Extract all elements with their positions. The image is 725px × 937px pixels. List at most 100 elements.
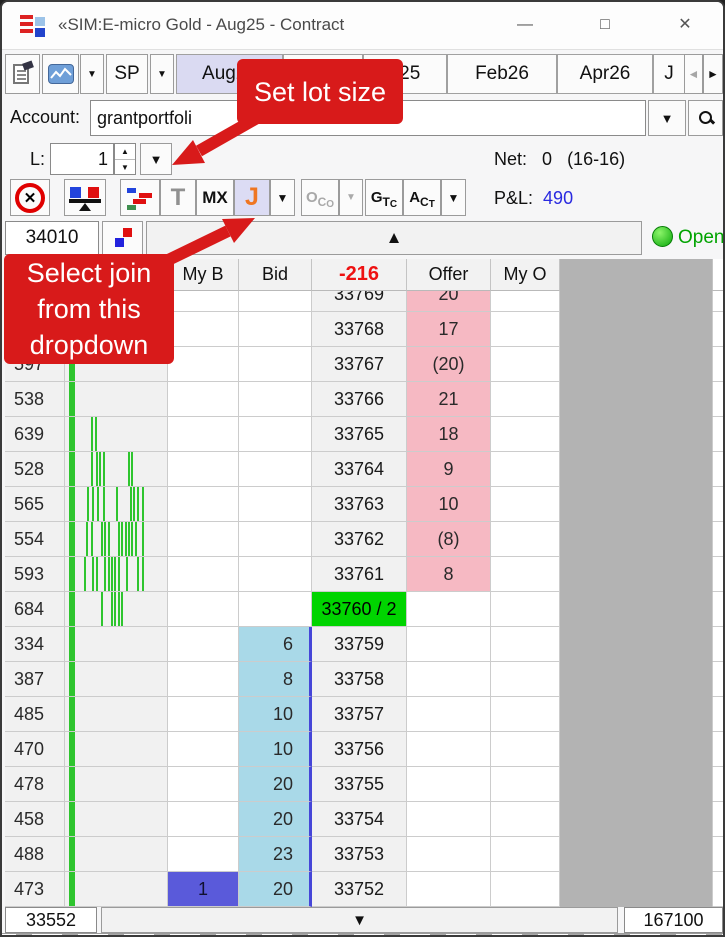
my-bid-cell[interactable] bbox=[168, 732, 239, 767]
bid-cell[interactable]: 10 bbox=[239, 697, 312, 732]
my-bid-cell[interactable] bbox=[168, 417, 239, 452]
offer-cell[interactable] bbox=[407, 697, 491, 732]
my-bid-cell[interactable] bbox=[168, 592, 239, 627]
price-cell[interactable]: 33756 bbox=[312, 732, 407, 767]
lot-size-input[interactable]: 1 bbox=[50, 143, 114, 175]
join-order-dropdown-button[interactable]: ▼ bbox=[270, 179, 295, 216]
my-bid-cell[interactable] bbox=[168, 487, 239, 522]
price-cell[interactable]: 33754 bbox=[312, 802, 407, 837]
trailing-order-button[interactable]: T bbox=[160, 179, 196, 216]
lot-size-stepper[interactable]: ▲ ▼ bbox=[114, 143, 136, 175]
chart-button[interactable] bbox=[42, 54, 79, 94]
price-cell[interactable]: 33752 bbox=[312, 872, 407, 907]
my-bid-cell[interactable] bbox=[168, 697, 239, 732]
price-cell[interactable]: 33753 bbox=[312, 837, 407, 872]
offer-cell[interactable]: 17 bbox=[407, 312, 491, 347]
my-offer-cell[interactable] bbox=[491, 522, 560, 557]
spin-up-icon[interactable]: ▲ bbox=[115, 144, 135, 159]
tab-contract-Apr26[interactable]: Apr26 bbox=[557, 54, 653, 94]
price-cell[interactable]: 33755 bbox=[312, 767, 407, 802]
close-button[interactable]: ✕ bbox=[670, 12, 700, 38]
price-cell[interactable]: 33758 bbox=[312, 662, 407, 697]
my-offer-cell[interactable] bbox=[491, 347, 560, 382]
account-search-button[interactable] bbox=[688, 100, 723, 136]
my-bid-cell[interactable] bbox=[168, 312, 239, 347]
price-cell[interactable]: 33759 bbox=[312, 627, 407, 662]
my-offer-cell[interactable] bbox=[491, 697, 560, 732]
tab-scroll-left-button[interactable]: ◄ bbox=[684, 54, 703, 94]
bid-cell[interactable] bbox=[239, 417, 312, 452]
my-bid-cell[interactable] bbox=[168, 452, 239, 487]
my-bid-cell[interactable] bbox=[168, 557, 239, 592]
offer-cell[interactable] bbox=[407, 802, 491, 837]
tab-contract-J[interactable]: J bbox=[653, 54, 685, 94]
offer-cell[interactable]: 9 bbox=[407, 452, 491, 487]
oco-order-button[interactable]: OCO bbox=[301, 179, 339, 216]
price-cell[interactable]: 33764 bbox=[312, 452, 407, 487]
my-bid-cell[interactable]: 1 bbox=[168, 872, 239, 907]
price-cell[interactable]: 33767 bbox=[312, 347, 407, 382]
my-bid-cell[interactable] bbox=[168, 347, 239, 382]
my-bid-cell[interactable] bbox=[168, 382, 239, 417]
bid-cell[interactable]: 6 bbox=[239, 627, 312, 662]
maximize-button[interactable]: □ bbox=[590, 12, 620, 38]
offer-cell[interactable] bbox=[407, 732, 491, 767]
scroll-down-button[interactable]: ▼ bbox=[101, 907, 618, 933]
offer-cell[interactable] bbox=[407, 837, 491, 872]
bid-cell[interactable] bbox=[239, 347, 312, 382]
my-offer-cell[interactable] bbox=[491, 452, 560, 487]
my-bid-cell[interactable] bbox=[168, 291, 239, 312]
bid-cell[interactable] bbox=[239, 452, 312, 487]
account-dropdown-button[interactable]: ▼ bbox=[648, 100, 686, 136]
gtc-order-button[interactable]: GTC bbox=[365, 179, 403, 216]
tab-contract-Feb26[interactable]: Feb26 bbox=[447, 54, 557, 94]
balance-button[interactable] bbox=[64, 179, 106, 216]
price-cell[interactable]: 33757 bbox=[312, 697, 407, 732]
bid-cell[interactable]: 20 bbox=[239, 802, 312, 837]
my-offer-cell[interactable] bbox=[491, 312, 560, 347]
offer-cell[interactable]: (8) bbox=[407, 522, 491, 557]
my-offer-cell[interactable] bbox=[491, 627, 560, 662]
bid-cell[interactable]: 20 bbox=[239, 767, 312, 802]
offer-cell[interactable] bbox=[407, 627, 491, 662]
offer-cell[interactable]: 8 bbox=[407, 557, 491, 592]
price-cell[interactable]: 33769 bbox=[312, 291, 407, 312]
order-type-dropdown-button[interactable]: ▼ bbox=[441, 179, 466, 216]
offer-cell[interactable] bbox=[407, 662, 491, 697]
spin-down-icon[interactable]: ▼ bbox=[115, 159, 135, 174]
my-bid-cell[interactable] bbox=[168, 662, 239, 697]
my-bid-cell[interactable] bbox=[168, 522, 239, 557]
cancel-all-button[interactable]: ✕ bbox=[10, 179, 50, 216]
sp-button[interactable]: SP bbox=[106, 54, 148, 94]
my-bid-cell[interactable] bbox=[168, 767, 239, 802]
bid-cell[interactable] bbox=[239, 291, 312, 312]
last-trade-price-cell[interactable]: 33760 / 2 bbox=[312, 592, 407, 627]
price-cell[interactable]: 33761 bbox=[312, 557, 407, 592]
my-offer-cell[interactable] bbox=[491, 487, 560, 522]
price-cell[interactable]: 33768 bbox=[312, 312, 407, 347]
recenter-button[interactable] bbox=[102, 221, 143, 255]
properties-button[interactable] bbox=[5, 54, 40, 94]
chart-dropdown-button[interactable]: ▼ bbox=[80, 54, 104, 94]
offer-cell[interactable] bbox=[407, 872, 491, 907]
bid-cell[interactable] bbox=[239, 487, 312, 522]
price-cell[interactable]: 33766 bbox=[312, 382, 407, 417]
my-offer-cell[interactable] bbox=[491, 732, 560, 767]
join-order-button[interactable]: J bbox=[234, 179, 270, 216]
my-offer-cell[interactable] bbox=[491, 662, 560, 697]
offer-cell[interactable]: 20 bbox=[407, 291, 491, 312]
bid-cell[interactable]: 8 bbox=[239, 662, 312, 697]
my-offer-cell[interactable] bbox=[491, 837, 560, 872]
scroll-up-button[interactable]: ▲ bbox=[146, 221, 642, 255]
my-bid-cell[interactable] bbox=[168, 802, 239, 837]
my-offer-cell[interactable] bbox=[491, 382, 560, 417]
offer-cell[interactable]: (20) bbox=[407, 347, 491, 382]
bid-cell[interactable] bbox=[239, 592, 312, 627]
lot-size-dropdown-button[interactable]: ▼ bbox=[140, 143, 172, 175]
depth-button[interactable] bbox=[120, 179, 160, 216]
my-offer-cell[interactable] bbox=[491, 557, 560, 592]
offer-cell[interactable] bbox=[407, 592, 491, 627]
my-offer-cell[interactable] bbox=[491, 592, 560, 627]
price-cell[interactable]: 33763 bbox=[312, 487, 407, 522]
tab-scroll-right-button[interactable]: ► bbox=[703, 54, 723, 94]
